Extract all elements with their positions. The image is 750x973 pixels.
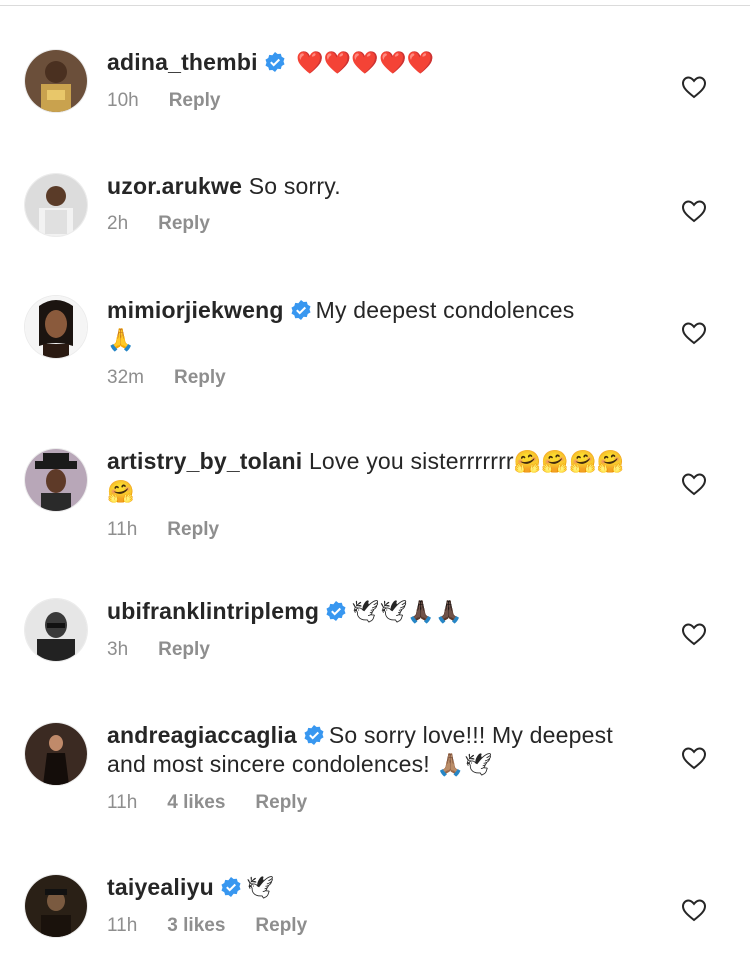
comment-time: 11h <box>107 519 138 540</box>
comment-username[interactable]: andreagiaccaglia <box>107 722 297 748</box>
comment-time: 10h <box>107 90 139 111</box>
comment-time: 11h <box>107 915 138 936</box>
reply-button[interactable]: Reply <box>158 639 210 660</box>
comment-text: My deepest condolences <box>315 297 575 323</box>
like-heart-icon[interactable] <box>681 321 707 345</box>
reply-button[interactable]: Reply <box>167 519 219 540</box>
comment-emoji: 🙏 <box>107 328 135 353</box>
comment-username[interactable]: mimiorjiekweng <box>107 297 284 323</box>
comment-emoji: 🕊 <box>245 876 274 901</box>
verified-badge-icon <box>303 724 325 746</box>
likes-count[interactable]: 4 likes <box>167 792 225 813</box>
verified-badge-icon <box>325 600 347 622</box>
comment-time: 11h <box>107 792 138 813</box>
comment-username[interactable]: adina_thembi <box>107 49 258 75</box>
like-heart-icon[interactable] <box>681 898 707 922</box>
comment-username[interactable]: taiyealiyu <box>107 874 214 900</box>
comment-username[interactable]: artistry_by_tolani <box>107 448 302 474</box>
like-heart-icon[interactable] <box>681 199 707 223</box>
like-heart-icon[interactable] <box>681 746 707 770</box>
reply-button[interactable]: Reply <box>255 792 307 813</box>
verified-badge-icon <box>264 51 286 73</box>
top-divider <box>0 0 750 6</box>
likes-count[interactable]: 3 likes <box>167 915 225 936</box>
like-heart-icon[interactable] <box>681 75 707 99</box>
reply-button[interactable]: Reply <box>158 213 210 234</box>
verified-badge-icon <box>290 299 312 321</box>
reply-button[interactable]: Reply <box>169 90 221 111</box>
avatar[interactable] <box>25 449 87 511</box>
comment-text: So sorry. <box>248 173 341 199</box>
avatar[interactable] <box>25 174 87 236</box>
comment-emoji: 🙏🏽🕊 <box>436 753 493 778</box>
avatar[interactable] <box>25 296 87 358</box>
comment-time: 3h <box>107 639 129 660</box>
avatar[interactable] <box>25 50 87 112</box>
comment-text: Love you sisterrrrrrr <box>308 448 514 474</box>
comment-username[interactable]: uzor.arukwe <box>107 173 242 199</box>
comment-emoji: 🕊🕊🙏🏿🙏🏿 <box>351 600 463 625</box>
like-heart-icon[interactable] <box>681 622 707 646</box>
verified-badge-icon <box>220 876 242 898</box>
reply-button[interactable]: Reply <box>174 367 226 388</box>
comment-emoji: ❤️❤️❤️❤️❤️ <box>296 51 435 76</box>
like-heart-icon[interactable] <box>681 472 707 496</box>
avatar[interactable] <box>25 875 87 937</box>
avatar[interactable] <box>25 723 87 785</box>
avatar[interactable] <box>25 599 87 661</box>
comment-username[interactable]: ubifranklintriplemg <box>107 598 319 624</box>
comment-time: 32m <box>107 367 144 388</box>
comment-time: 2h <box>107 213 129 234</box>
reply-button[interactable]: Reply <box>255 915 307 936</box>
